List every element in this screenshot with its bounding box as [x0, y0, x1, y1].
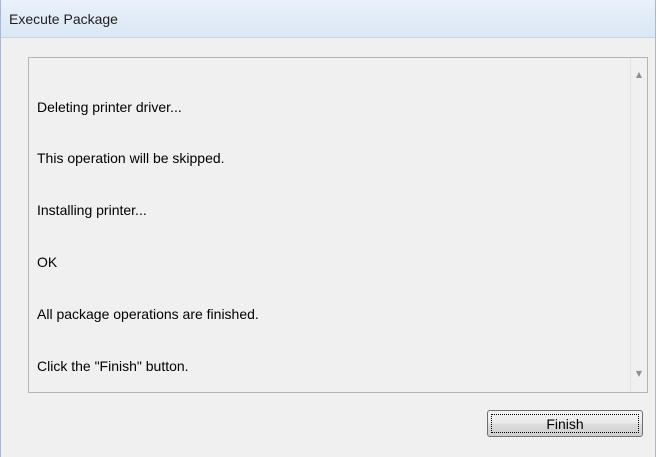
log-line: Deleting printer driver...: [37, 98, 182, 115]
window-title: Execute Package: [9, 11, 118, 27]
progress-log[interactable]: Deleting printer driver... This operatio…: [28, 57, 648, 393]
finish-button[interactable]: Finish: [487, 410, 643, 437]
scroll-up-icon[interactable]: ▲: [631, 66, 647, 83]
execute-package-dialog: Execute Package Deleting printer driver.…: [0, 0, 656, 457]
log-line: Click the "Finish" button.: [37, 358, 189, 375]
log-line: All package operations are finished.: [37, 306, 259, 323]
title-bar: Execute Package: [1, 0, 655, 38]
log-line: This operation will be skipped.: [37, 150, 225, 167]
log-line: OK: [37, 254, 58, 271]
log-lines: Deleting printer driver... This operatio…: [37, 64, 259, 410]
log-line: Installing printer...: [37, 202, 147, 219]
vertical-scrollbar[interactable]: ▲ ▼: [630, 58, 647, 392]
scroll-down-icon[interactable]: ▼: [631, 365, 647, 382]
